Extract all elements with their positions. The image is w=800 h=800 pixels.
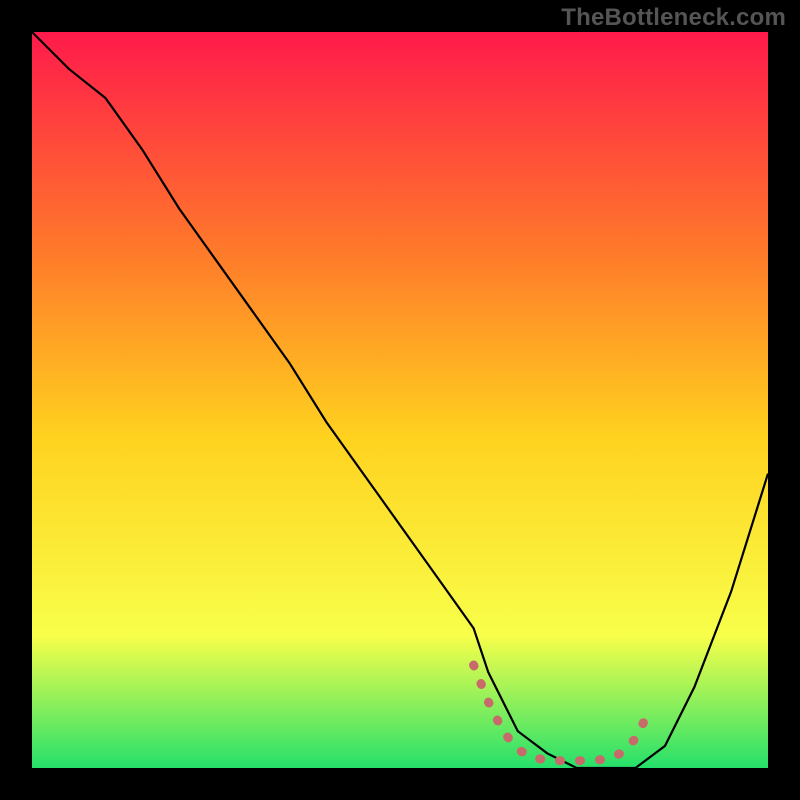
gradient-background xyxy=(32,32,768,768)
chart-frame: TheBottleneck.com xyxy=(0,0,800,800)
watermark-label: TheBottleneck.com xyxy=(561,4,786,32)
plot-area xyxy=(32,32,768,768)
plot-svg xyxy=(32,32,768,768)
